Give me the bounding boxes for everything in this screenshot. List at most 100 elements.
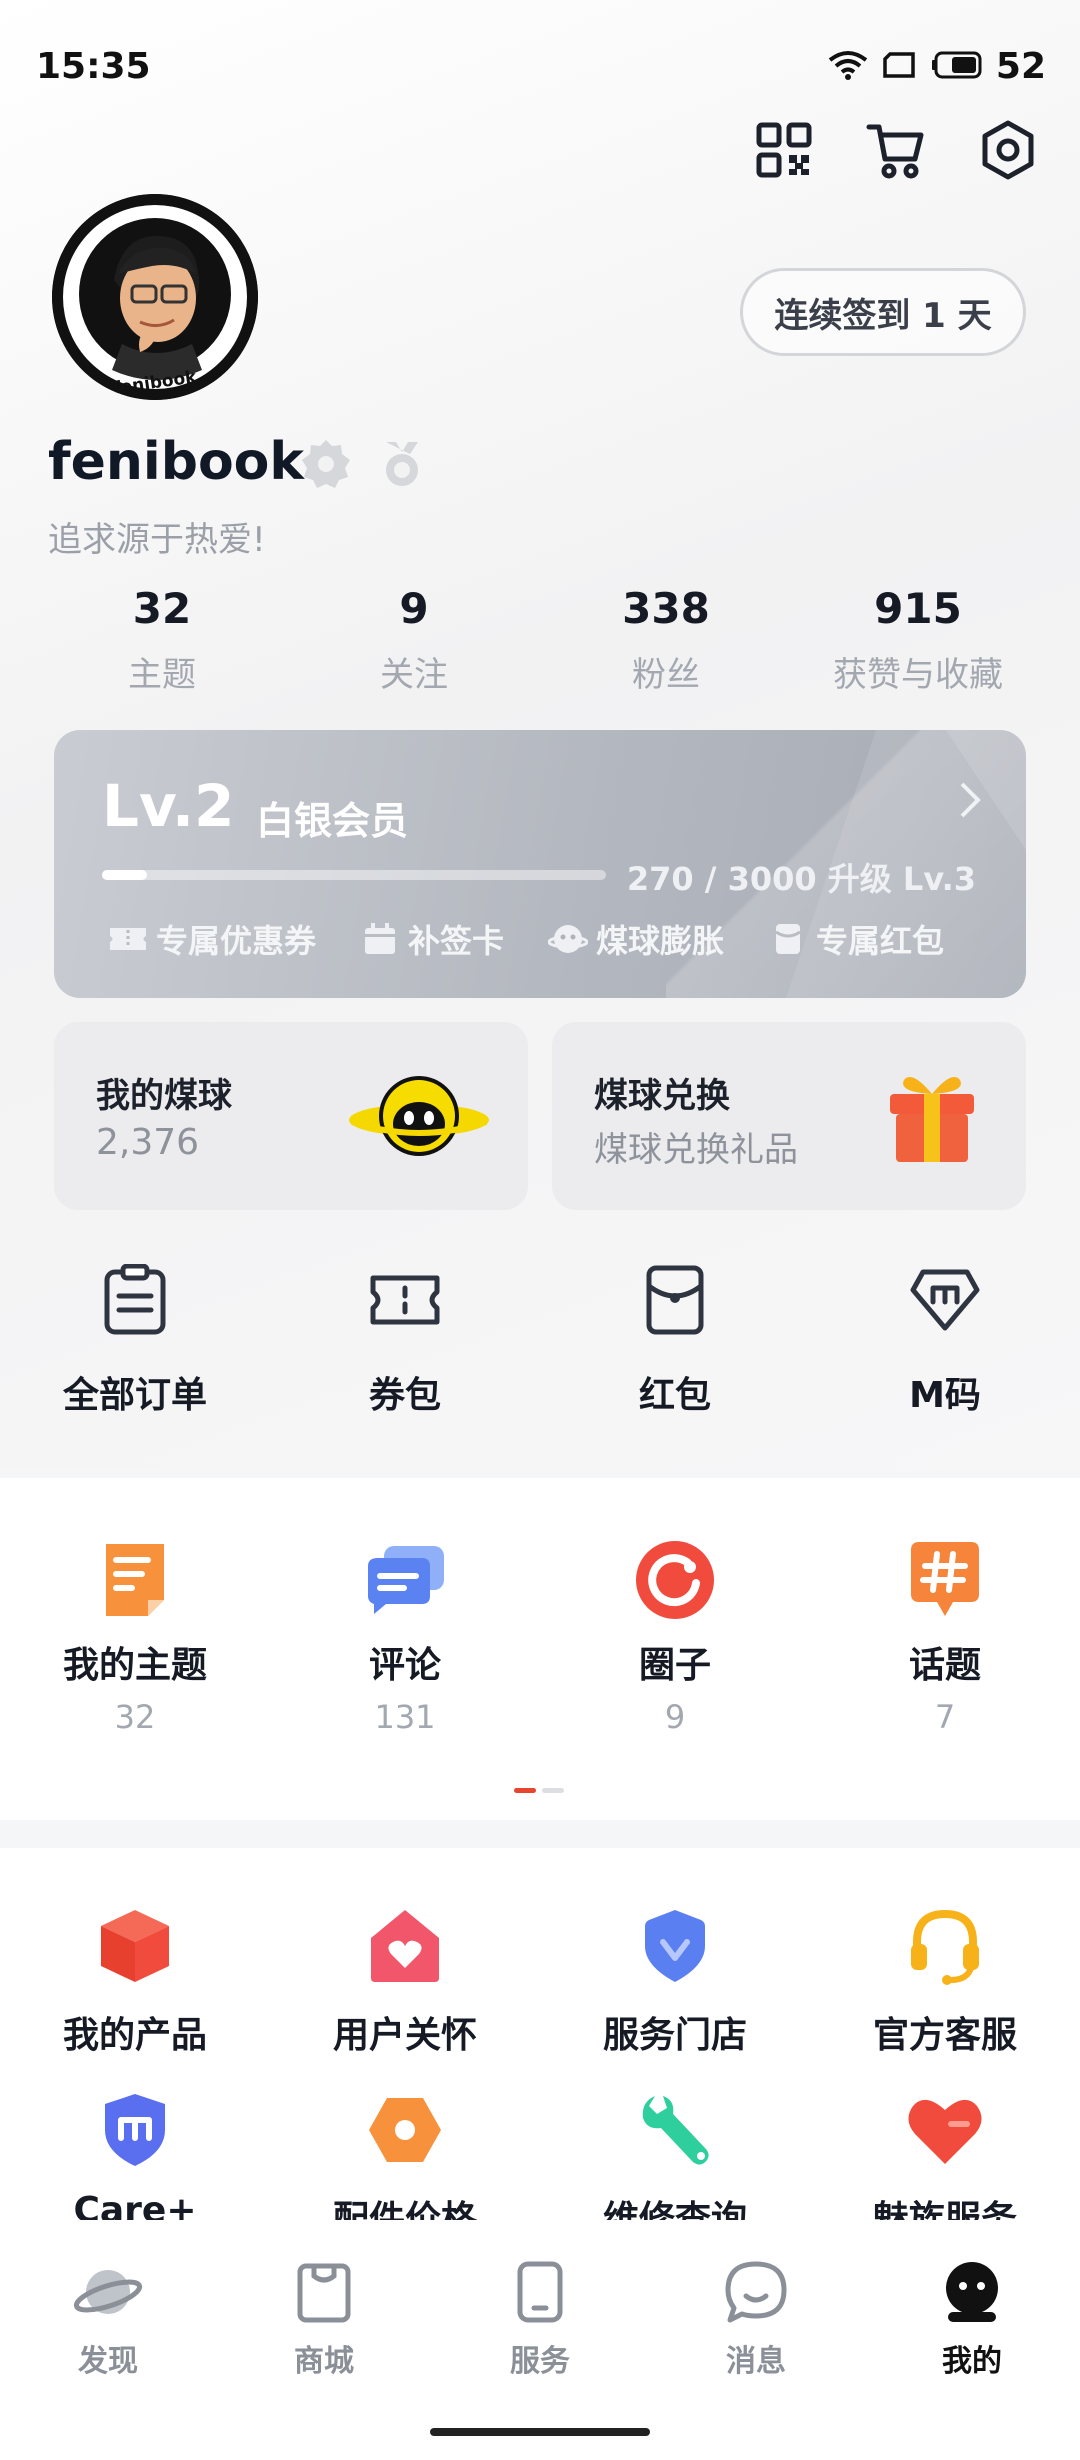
location-pin-icon — [633, 1904, 717, 1988]
content-label: 评论 — [368, 1645, 441, 1686]
profile-page: 15:35 52 fenibook 连续签到 1 天 fenibook 追求源于… — [0, 0, 1080, 2460]
m-code-icon — [907, 1262, 983, 1338]
circles-item[interactable]: 圈子 9 — [540, 1538, 810, 1736]
meizu-service-item[interactable]: 魅族服务 — [810, 2088, 1080, 2242]
service-stores-item[interactable]: 服务门店 — [540, 1904, 810, 2058]
nav-messages[interactable]: 消息 — [648, 2254, 864, 2380]
profile-face-icon — [934, 2254, 1010, 2330]
nav-discover[interactable]: 发现 — [0, 2254, 216, 2380]
comments-item[interactable]: 评论 131 — [270, 1538, 540, 1736]
exchange-title: 煤球兑换 — [594, 1076, 730, 1116]
stat-label: 关注 — [380, 655, 448, 695]
ticket-icon — [108, 921, 148, 957]
bottom-navigation: 发现 商城 服务 消息 我的 — [0, 2220, 1080, 2460]
top-actions — [752, 118, 1040, 182]
stat-label: 主题 — [128, 655, 196, 695]
home-indicator[interactable] — [430, 2428, 650, 2436]
service-label: 官方客服 — [872, 2015, 1017, 2056]
qr-code-icon[interactable] — [752, 118, 816, 182]
level-progress-fill — [102, 870, 148, 880]
quick-link-label: 红包 — [638, 1375, 711, 1416]
page-dot-active — [514, 1788, 536, 1793]
wifi-icon — [828, 50, 868, 84]
perk-coin-boost[interactable]: 煤球膨胀 — [548, 916, 724, 962]
chevron-right-icon — [958, 780, 982, 831]
service-label: 用户关怀 — [332, 2015, 477, 2056]
services-row-2: Care+ 配件价格 维修查询 魅族服务 — [0, 2088, 1080, 2242]
all-orders-link[interactable]: 全部订单 — [0, 1262, 270, 1418]
content-count: 131 — [374, 1698, 436, 1736]
shopping-bag-icon — [286, 2254, 362, 2330]
nav-label: 发现 — [78, 2344, 138, 2379]
stat-following[interactable]: 9 关注 — [288, 584, 540, 696]
content-label: 话题 — [908, 1645, 981, 1686]
level-text: Lv.2 — [102, 772, 235, 840]
wrench-icon — [633, 2088, 717, 2172]
gift-icon — [882, 1068, 992, 1168]
quick-link-label: 券包 — [368, 1375, 441, 1416]
my-products-item[interactable]: 我的产品 — [0, 1904, 270, 2058]
my-topics-item[interactable]: 我的主题 32 — [0, 1538, 270, 1736]
ticket-icon — [367, 1262, 443, 1338]
nav-service[interactable]: 服务 — [432, 2254, 648, 2380]
stat-topics[interactable]: 32 主题 — [36, 584, 288, 696]
coin-exchange-card[interactable]: 煤球兑换 煤球兑换礼品 — [552, 1022, 1026, 1210]
coin-mascot-icon — [344, 1068, 494, 1168]
nav-mall[interactable]: 商城 — [216, 2254, 432, 2380]
chat-bubble-icon — [718, 2254, 794, 2330]
phone-icon — [502, 2254, 578, 2330]
perk-label: 专属优惠券 — [156, 922, 317, 960]
hashtag-icon — [903, 1538, 987, 1622]
care-plus-item[interactable]: Care+ — [0, 2088, 270, 2242]
membership-level-card[interactable]: Lv.2 白银会员 270 / 3000 升级 Lv.3 专属优惠券 补签卡 煤… — [54, 730, 1026, 998]
coupon-wallet-link[interactable]: 券包 — [270, 1262, 540, 1418]
level-progress-bar — [102, 870, 606, 880]
accessory-price-item[interactable]: 配件价格 — [270, 2088, 540, 2242]
headset-icon — [903, 1904, 987, 1988]
coins-title: 我的煤球 — [96, 1076, 232, 1116]
stat-value: 32 — [132, 584, 192, 633]
repair-query-item[interactable]: 维修查询 — [540, 2088, 810, 2242]
level-tier: 白银会员 — [256, 799, 409, 843]
content-count: 9 — [664, 1698, 686, 1736]
page-dot — [542, 1788, 564, 1793]
my-coins-card[interactable]: 我的煤球 2,376 — [54, 1022, 528, 1210]
badge-medal-icon[interactable] — [372, 434, 432, 494]
nav-items: 发现 商城 服务 消息 我的 — [0, 2254, 1080, 2380]
red-packet-icon — [768, 921, 808, 957]
topics-item[interactable]: 话题 7 — [810, 1538, 1080, 1736]
clipboard-icon — [97, 1262, 173, 1338]
badge-gear-icon[interactable] — [296, 434, 356, 494]
exchange-subtitle: 煤球兑换礼品 — [594, 1130, 798, 1170]
cart-icon[interactable] — [864, 118, 928, 182]
red-packet-link[interactable]: 红包 — [540, 1262, 810, 1418]
perk-label: 专属红包 — [816, 922, 945, 960]
user-badges — [296, 434, 432, 494]
screen-icon — [882, 51, 916, 83]
heart-icon — [903, 2088, 987, 2172]
official-support-item[interactable]: 官方客服 — [810, 1904, 1080, 2058]
m-code-link[interactable]: M码 — [810, 1262, 1080, 1418]
user-bio: 追求源于热爱! — [48, 520, 266, 560]
perk-coupon[interactable]: 专属优惠券 — [108, 916, 316, 962]
document-icon — [93, 1538, 177, 1622]
content-section: 我的主题 32 评论 131 圈子 9 话题 7 — [0, 1478, 1080, 1820]
shield-m-icon — [93, 2088, 177, 2172]
content-count: 32 — [114, 1698, 156, 1736]
coins-value: 2,376 — [96, 1122, 200, 1163]
nav-label: 服务 — [510, 2344, 570, 2379]
user-care-item[interactable]: 用户关怀 — [270, 1904, 540, 2058]
signin-streak-button[interactable]: 连续签到 1 天 — [740, 268, 1026, 356]
coin-face-icon — [548, 921, 589, 957]
username: fenibook — [48, 432, 304, 492]
stat-followers[interactable]: 338 粉丝 — [540, 584, 792, 696]
perk-makeup-card[interactable]: 补签卡 — [360, 916, 504, 962]
status-icons: 52 — [828, 46, 1046, 87]
avatar[interactable]: fenibook — [52, 194, 258, 400]
content-count: 7 — [934, 1698, 956, 1736]
circle-icon — [633, 1538, 717, 1622]
perk-red-packet[interactable]: 专属红包 — [768, 916, 944, 962]
stat-likes[interactable]: 915 获赞与收藏 — [792, 584, 1044, 696]
settings-icon[interactable] — [976, 118, 1040, 182]
nav-mine[interactable]: 我的 — [864, 2254, 1080, 2380]
